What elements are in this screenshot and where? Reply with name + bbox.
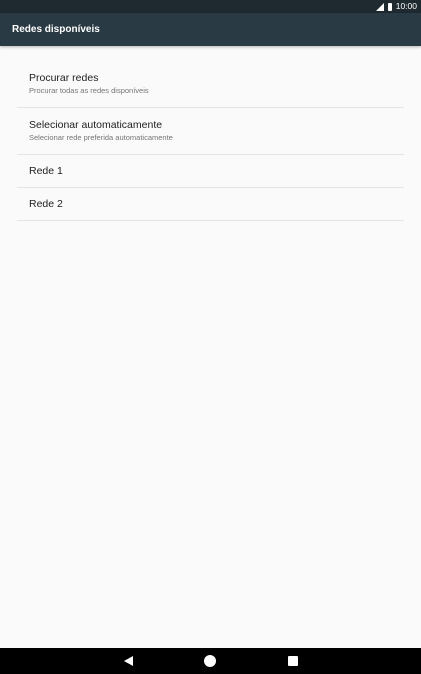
page-title: Redes disponíveis bbox=[12, 24, 100, 35]
signal-icon bbox=[375, 2, 384, 11]
home-button[interactable] bbox=[195, 648, 225, 674]
status-bar: 10:00 bbox=[0, 0, 421, 13]
navigation-bar bbox=[0, 648, 421, 674]
status-time: 10:00 bbox=[395, 1, 417, 11]
recents-icon bbox=[288, 656, 298, 666]
network-list: Procurar redes Procurar todas as redes d… bbox=[17, 62, 404, 221]
list-item-primary: Procurar redes bbox=[29, 72, 99, 84]
list-item-primary: Selecionar automaticamente bbox=[29, 119, 163, 131]
battery-icon bbox=[387, 2, 392, 11]
list-item-auto-select[interactable]: Selecionar automaticamente Selecionar re… bbox=[17, 108, 404, 155]
list-item-secondary: Procurar todas as redes disponíveis bbox=[29, 86, 149, 95]
home-icon bbox=[204, 655, 216, 667]
recents-button[interactable] bbox=[278, 648, 308, 674]
list-item-secondary: Selecionar rede preferida automaticament… bbox=[29, 133, 173, 142]
back-icon bbox=[123, 656, 133, 666]
list-item-primary: Rede 2 bbox=[29, 197, 63, 210]
list-item-network-1[interactable]: Rede 1 bbox=[17, 155, 404, 188]
app-bar: Redes disponíveis bbox=[0, 13, 421, 46]
list-item-network-2[interactable]: Rede 2 bbox=[17, 188, 404, 221]
list-item-primary: Rede 1 bbox=[29, 164, 63, 177]
list-item-search-networks[interactable]: Procurar redes Procurar todas as redes d… bbox=[17, 62, 404, 108]
back-button[interactable] bbox=[113, 648, 143, 674]
